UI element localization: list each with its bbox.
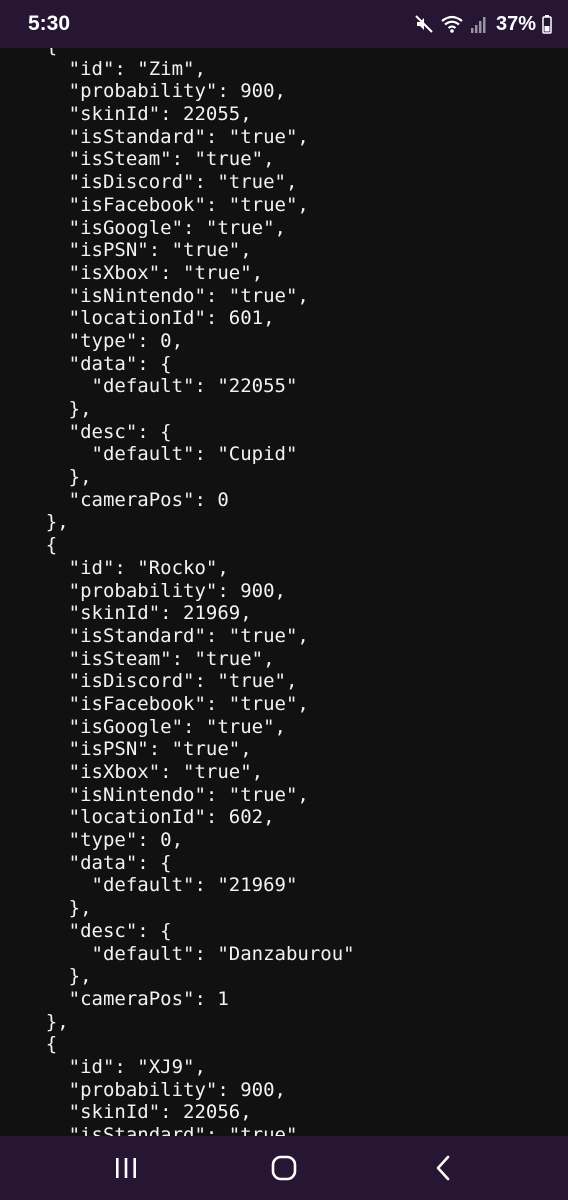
code-line: "cameraPos": 1	[0, 987, 229, 1010]
battery-icon	[542, 14, 552, 34]
screen: 5:30 37% "id": "Zim", "probability": 900…	[0, 0, 568, 1200]
code-line: "default": "22055"	[0, 375, 298, 398]
code-line: "isNintendo": "true",	[0, 783, 309, 806]
code-line: "isFacebook": "true",	[0, 692, 309, 715]
home-icon	[271, 1155, 297, 1181]
code-line: "isXbox": "true",	[0, 261, 264, 284]
code-line: "isStandard": "true",	[0, 624, 309, 647]
code-line: {	[0, 1033, 58, 1056]
code-line: "id": "Zim",	[0, 57, 206, 80]
code-line: "type": 0,	[0, 829, 184, 852]
code-line: "isStandard": "true",	[0, 1124, 309, 1136]
code-line: },	[0, 897, 92, 920]
code-line: "isPSN": "true",	[0, 239, 252, 262]
code-line: "id": "XJ9",	[0, 1055, 206, 1078]
code-line: "probability": 900,	[0, 579, 286, 602]
code-line: "isFacebook": "true",	[0, 193, 309, 216]
code-line: },	[0, 511, 69, 534]
code-line: "skinId": 22056,	[0, 1101, 252, 1124]
back-button[interactable]	[414, 1148, 474, 1188]
code-line: "data": {	[0, 352, 172, 375]
code-line: "desc": {	[0, 919, 172, 942]
code-line: "isStandard": "true",	[0, 125, 309, 148]
code-line: },	[0, 466, 92, 489]
navigation-bar	[0, 1136, 568, 1200]
wifi-icon	[440, 14, 464, 34]
code-line: "isDiscord": "true",	[0, 670, 298, 693]
code-line: "isDiscord": "true",	[0, 171, 298, 194]
mute-icon	[414, 14, 434, 34]
code-line: "isGoogle": "true",	[0, 216, 286, 239]
status-time: 5:30	[28, 12, 71, 35]
battery-text: 37%	[495, 12, 536, 35]
code-line: "locationId": 602,	[0, 806, 275, 829]
home-button[interactable]	[254, 1148, 314, 1188]
code-line: "probability": 900,	[0, 1078, 286, 1101]
code-line: {	[0, 48, 355, 58]
code-lines: { "id": "Zim", "probability": 900, "skin…	[0, 48, 355, 1136]
code-line: "default": "Danzaburou"	[0, 942, 355, 965]
code-line: "type": 0,	[0, 329, 184, 352]
code-line: "data": {	[0, 851, 172, 874]
code-line: "locationId": 601,	[0, 307, 275, 330]
code-line: "skinId": 21969,	[0, 602, 252, 625]
code-line: "probability": 900,	[0, 80, 286, 103]
recent-apps-button[interactable]	[96, 1148, 156, 1188]
code-line: {	[0, 534, 58, 557]
status-icons: 37%	[414, 10, 552, 38]
code-line: "id": "Rocko",	[0, 556, 229, 579]
code-line: "skinId": 22055,	[0, 103, 252, 126]
status-bar: 5:30 37%	[0, 0, 568, 48]
code-line: },	[0, 965, 92, 988]
code-line: },	[0, 398, 92, 420]
signal-icon	[470, 14, 488, 34]
code-line: "isGoogle": "true",	[0, 715, 286, 738]
code-line: "isSteam": "true",	[0, 647, 275, 670]
recent-apps-icon	[116, 1158, 136, 1178]
code-line: "desc": {	[0, 420, 172, 443]
code-line: "isNintendo": "true",	[0, 284, 309, 307]
code-line: },	[0, 1010, 69, 1033]
code-line: "default": "Cupid"	[0, 443, 298, 466]
code-line: "default": "21969"	[0, 874, 298, 897]
code-line: "cameraPos": 0	[0, 488, 229, 511]
code-line: "isXbox": "true",	[0, 761, 264, 783]
code-line: "isPSN": "true",	[0, 738, 252, 761]
code-viewer[interactable]: { "id": "Zim", "probability": 900, "skin…	[0, 48, 568, 1136]
code-line: "isSteam": "true",	[0, 148, 275, 171]
back-icon	[436, 1155, 450, 1181]
